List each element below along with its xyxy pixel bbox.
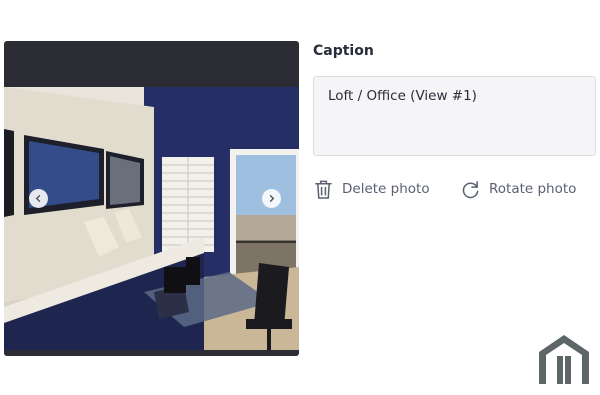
rotate-icon: [462, 180, 479, 198]
house-logo-icon: [539, 335, 589, 384]
rotate-photo-label: Rotate photo: [489, 181, 577, 197]
trash-icon: [315, 180, 332, 199]
chevron-left-icon: [35, 194, 41, 203]
previous-photo-button[interactable]: [29, 189, 48, 208]
caption-field[interactable]: Loft / Office (View #1): [313, 76, 596, 156]
rotate-photo-button[interactable]: Rotate photo: [461, 178, 576, 200]
delete-photo-button[interactable]: Delete photo: [314, 178, 430, 200]
delete-photo-label: Delete photo: [342, 181, 430, 197]
chevron-right-icon: [269, 194, 275, 203]
next-photo-button[interactable]: [262, 189, 281, 208]
room-photo: [4, 87, 299, 350]
photo-viewer: [4, 41, 299, 356]
caption-label: Caption: [313, 43, 374, 59]
